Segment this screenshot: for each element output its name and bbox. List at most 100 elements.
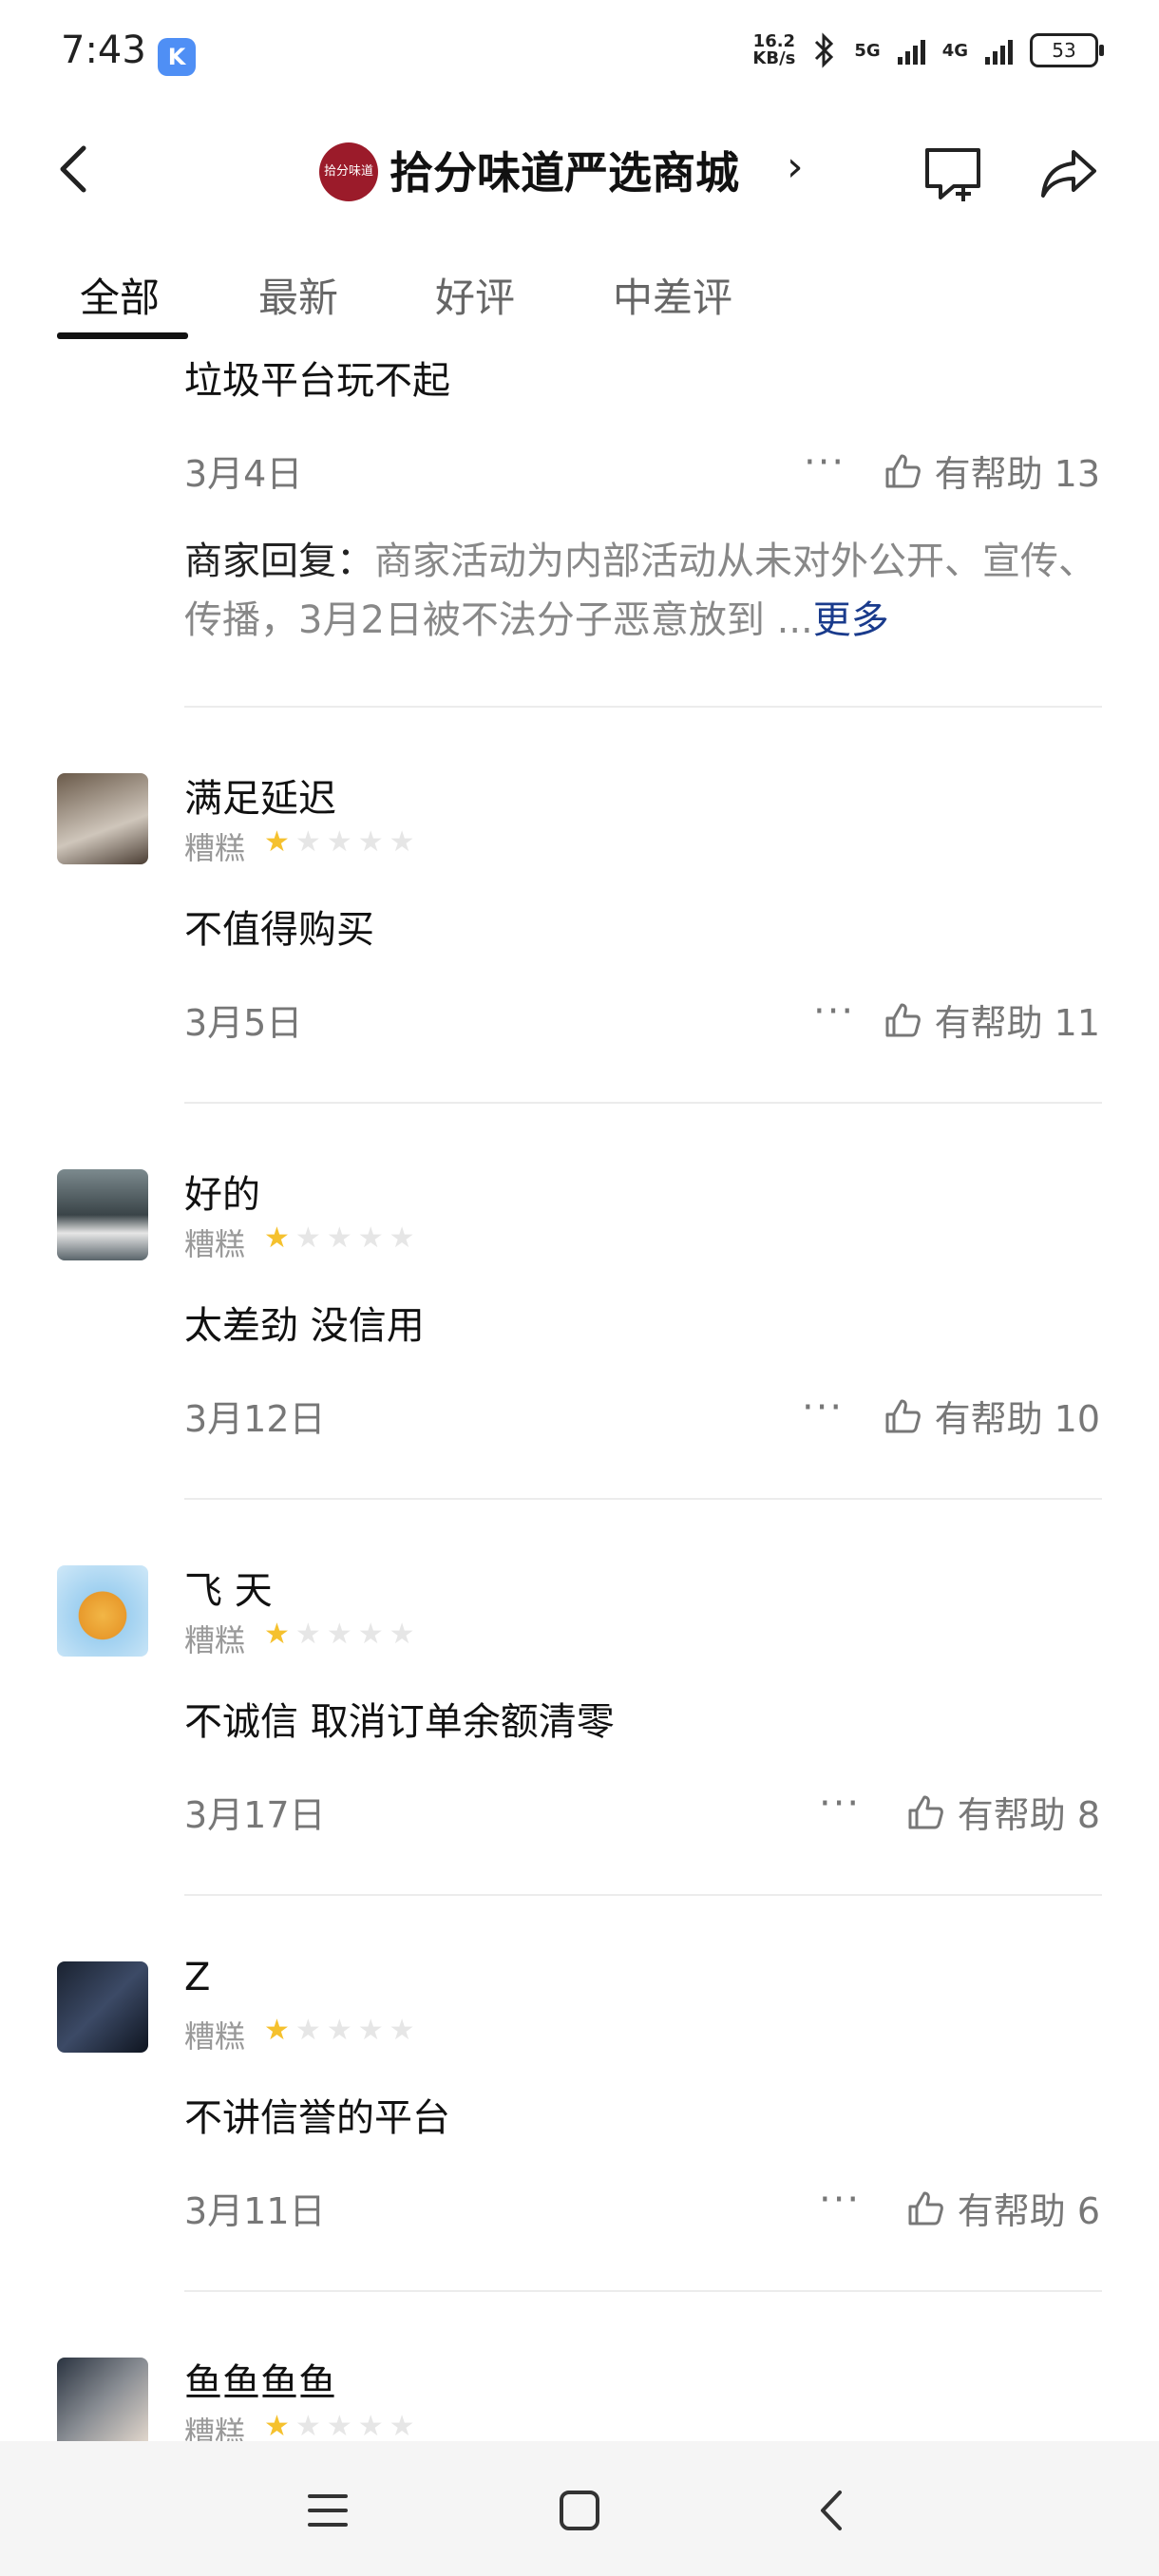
share-icon[interactable] bbox=[1036, 141, 1102, 207]
star-icon: ★ bbox=[294, 1222, 321, 1255]
rating-stars: ★ ★ ★ ★ ★ bbox=[264, 2017, 415, 2045]
review-date: 3月5日 bbox=[184, 1002, 303, 1044]
star-icon: ★ bbox=[389, 2014, 415, 2047]
more-options-button[interactable]: ··· bbox=[804, 441, 846, 484]
nav-back-icon[interactable] bbox=[809, 2487, 857, 2534]
reply-more-link[interactable]: 更多 bbox=[813, 598, 889, 642]
review-username[interactable]: 鱼鱼鱼鱼 bbox=[184, 2352, 336, 2407]
review-date: 3月17日 bbox=[184, 1794, 326, 1836]
helpful-button[interactable]: 有帮助 13 bbox=[884, 445, 1100, 497]
more-options-button[interactable]: ··· bbox=[813, 990, 855, 1033]
star-icon: ★ bbox=[357, 825, 384, 859]
review-username[interactable]: 飞 天 bbox=[184, 1560, 273, 1615]
rating-stars: ★ ★ ★ ★ ★ bbox=[264, 828, 415, 857]
star-icon: ★ bbox=[264, 1618, 290, 1651]
star-icon: ★ bbox=[389, 1618, 415, 1651]
rating-stars: ★ ★ ★ ★ ★ bbox=[264, 2413, 415, 2441]
star-icon: ★ bbox=[357, 1618, 384, 1651]
star-icon: ★ bbox=[264, 2410, 290, 2441]
review-item-partial: 垃圾平台玩不起 3月4日 ··· 有帮助 13 商家回复：商家活动为内部活动从未… bbox=[0, 342, 1159, 708]
rating-stars: ★ ★ ★ ★ ★ bbox=[264, 1224, 415, 1253]
more-options-button[interactable]: ··· bbox=[819, 2178, 861, 2222]
review-item: 好的 糟糕 ★ ★ ★ ★ ★ 太差劲 没信用 3月12日 ··· 有帮助 10 bbox=[0, 1156, 1159, 1555]
shop-title[interactable]: 拾分味道严选商城 bbox=[390, 139, 739, 201]
tab-latest[interactable]: 最新 bbox=[258, 266, 338, 324]
divider bbox=[184, 2290, 1102, 2292]
star-icon: ★ bbox=[294, 825, 321, 859]
avatar[interactable] bbox=[57, 1565, 148, 1657]
avatar[interactable] bbox=[57, 1169, 148, 1260]
thumbs-up-icon bbox=[885, 1003, 921, 1036]
star-icon: ★ bbox=[326, 825, 352, 859]
divider bbox=[184, 1498, 1102, 1500]
review-item: 满足延迟 糟糕 ★ ★ ★ ★ ★ 不值得购买 3月5日 ··· 有帮助 11 bbox=[0, 760, 1159, 1159]
review-username[interactable]: 满足延迟 bbox=[184, 767, 336, 823]
nav-header: 拾分味道 拾分味道严选商城 › bbox=[0, 114, 1159, 228]
rating-label: 糟糕 bbox=[184, 2018, 246, 2055]
reply-label: 商家回复： bbox=[184, 540, 374, 583]
star-icon: ★ bbox=[294, 2410, 321, 2441]
review-username[interactable]: Z bbox=[184, 1956, 210, 1999]
star-icon: ★ bbox=[357, 2014, 384, 2047]
review-item: 飞 天 糟糕 ★ ★ ★ ★ ★ 不诚信 取消订单余额清零 3月17日 ··· 有帮助 … bbox=[0, 1552, 1159, 1951]
star-icon: ★ bbox=[326, 2014, 352, 2047]
helpful-button[interactable]: 有帮助 10 bbox=[884, 1390, 1100, 1442]
tab-negative[interactable]: 中差评 bbox=[613, 266, 732, 324]
review-item: Z 糟糕 ★ ★ ★ ★ ★ 不讲信誉的平台 3月11日 ··· 有帮助 6 bbox=[0, 1948, 1159, 2347]
star-icon: ★ bbox=[264, 1222, 290, 1255]
star-icon: ★ bbox=[326, 1222, 352, 1255]
system-nav-bar bbox=[0, 2441, 1159, 2576]
bluetooth-icon bbox=[815, 32, 834, 68]
rating-label: 糟糕 bbox=[184, 1226, 246, 1262]
status-bar: 7:43 K 16.2 KB/s 5G 4G 53 bbox=[0, 0, 1159, 109]
review-comment: 垃圾平台玩不起 bbox=[184, 359, 450, 403]
star-icon: ★ bbox=[389, 825, 415, 859]
shop-logo[interactable]: 拾分味道 bbox=[319, 142, 378, 201]
add-chat-icon[interactable] bbox=[920, 141, 986, 207]
rating-label: 糟糕 bbox=[184, 2415, 246, 2441]
thumbs-up-icon bbox=[885, 454, 921, 487]
tab-active-indicator bbox=[57, 332, 188, 339]
avatar[interactable] bbox=[57, 2358, 148, 2441]
home-icon[interactable] bbox=[556, 2487, 603, 2534]
helpful-button[interactable]: 有帮助 8 bbox=[906, 1786, 1100, 1838]
avatar[interactable] bbox=[57, 773, 148, 864]
tab-all[interactable]: 全部 bbox=[80, 266, 160, 324]
signal-5g-icon bbox=[897, 36, 925, 65]
review-date: 3月12日 bbox=[184, 1398, 326, 1440]
helpful-button[interactable]: 有帮助 11 bbox=[884, 994, 1100, 1046]
review-comment: 不诚信 取消订单余额清零 bbox=[184, 1700, 615, 1744]
divider bbox=[184, 1102, 1102, 1104]
more-options-button[interactable]: ··· bbox=[802, 1386, 844, 1430]
app-notification-icon: K bbox=[158, 38, 196, 76]
star-icon: ★ bbox=[389, 1222, 415, 1255]
review-username[interactable]: 好的 bbox=[184, 1164, 260, 1219]
battery-icon: 53 bbox=[1030, 33, 1104, 67]
review-comment: 不值得购买 bbox=[184, 908, 374, 952]
divider bbox=[184, 1894, 1102, 1896]
rating-label: 糟糕 bbox=[184, 1622, 246, 1658]
star-icon: ★ bbox=[264, 825, 290, 859]
network-4g-label: 4G bbox=[941, 40, 968, 61]
chevron-right-icon[interactable]: › bbox=[787, 142, 804, 191]
merchant-reply: 商家回复：商家活动为内部活动从未对外公开、宣传、传播，3月2日被不法分子恶意放到… bbox=[184, 532, 1102, 650]
review-comment: 不讲信誉的平台 bbox=[184, 2096, 450, 2140]
review-date: 3月4日 bbox=[184, 453, 303, 495]
rating-stars: ★ ★ ★ ★ ★ bbox=[264, 1620, 415, 1649]
thumbs-up-icon bbox=[885, 1399, 921, 1432]
star-icon: ★ bbox=[326, 2410, 352, 2441]
avatar[interactable] bbox=[57, 1961, 148, 2053]
review-date: 3月11日 bbox=[184, 2190, 326, 2232]
thumbs-up-icon bbox=[908, 1795, 943, 1828]
back-icon[interactable] bbox=[48, 141, 104, 198]
tab-positive[interactable]: 好评 bbox=[435, 266, 515, 324]
network-speed: 16.2 KB/s bbox=[752, 31, 796, 68]
star-icon: ★ bbox=[264, 2014, 290, 2047]
helpful-button[interactable]: 有帮助 6 bbox=[906, 2182, 1100, 2234]
review-tabs: 全部 最新 好评 中差评 bbox=[0, 247, 1159, 342]
more-options-button[interactable]: ··· bbox=[819, 1782, 861, 1826]
signal-4g-icon bbox=[985, 36, 1013, 65]
menu-icon[interactable] bbox=[304, 2487, 352, 2534]
star-icon: ★ bbox=[294, 1618, 321, 1651]
star-icon: ★ bbox=[357, 1222, 384, 1255]
